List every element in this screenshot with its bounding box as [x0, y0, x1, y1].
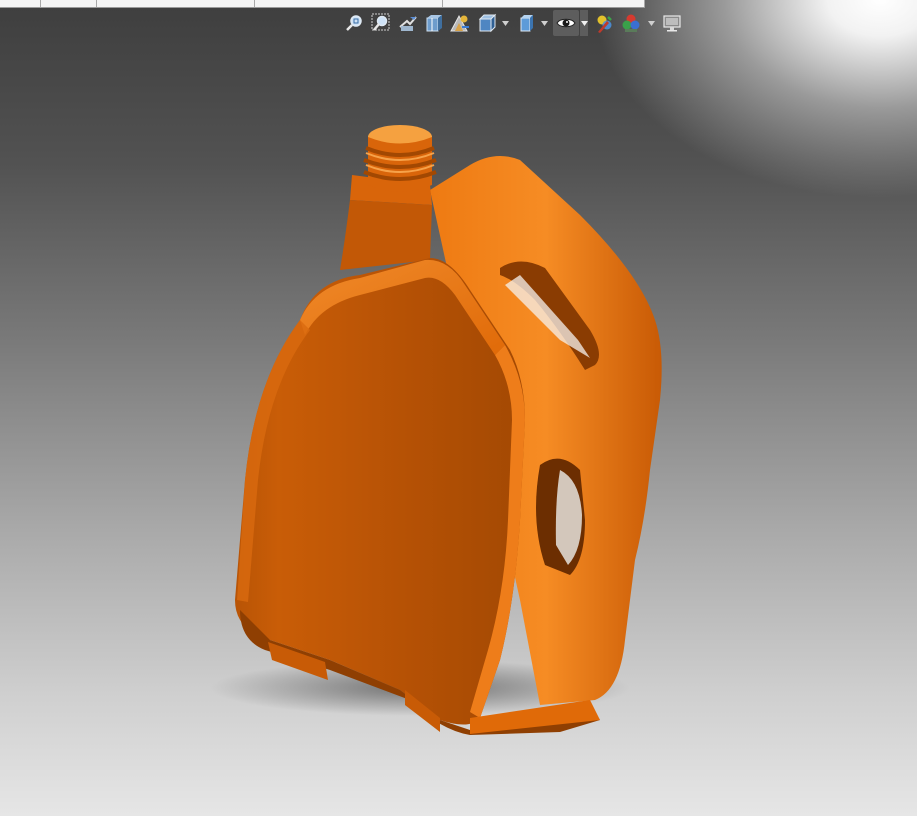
- model-cap: [363, 125, 437, 192]
- graphics-viewport[interactable]: [0, 0, 917, 816]
- model-neck-base: [340, 200, 432, 270]
- jerry-can-model[interactable]: [0, 0, 917, 816]
